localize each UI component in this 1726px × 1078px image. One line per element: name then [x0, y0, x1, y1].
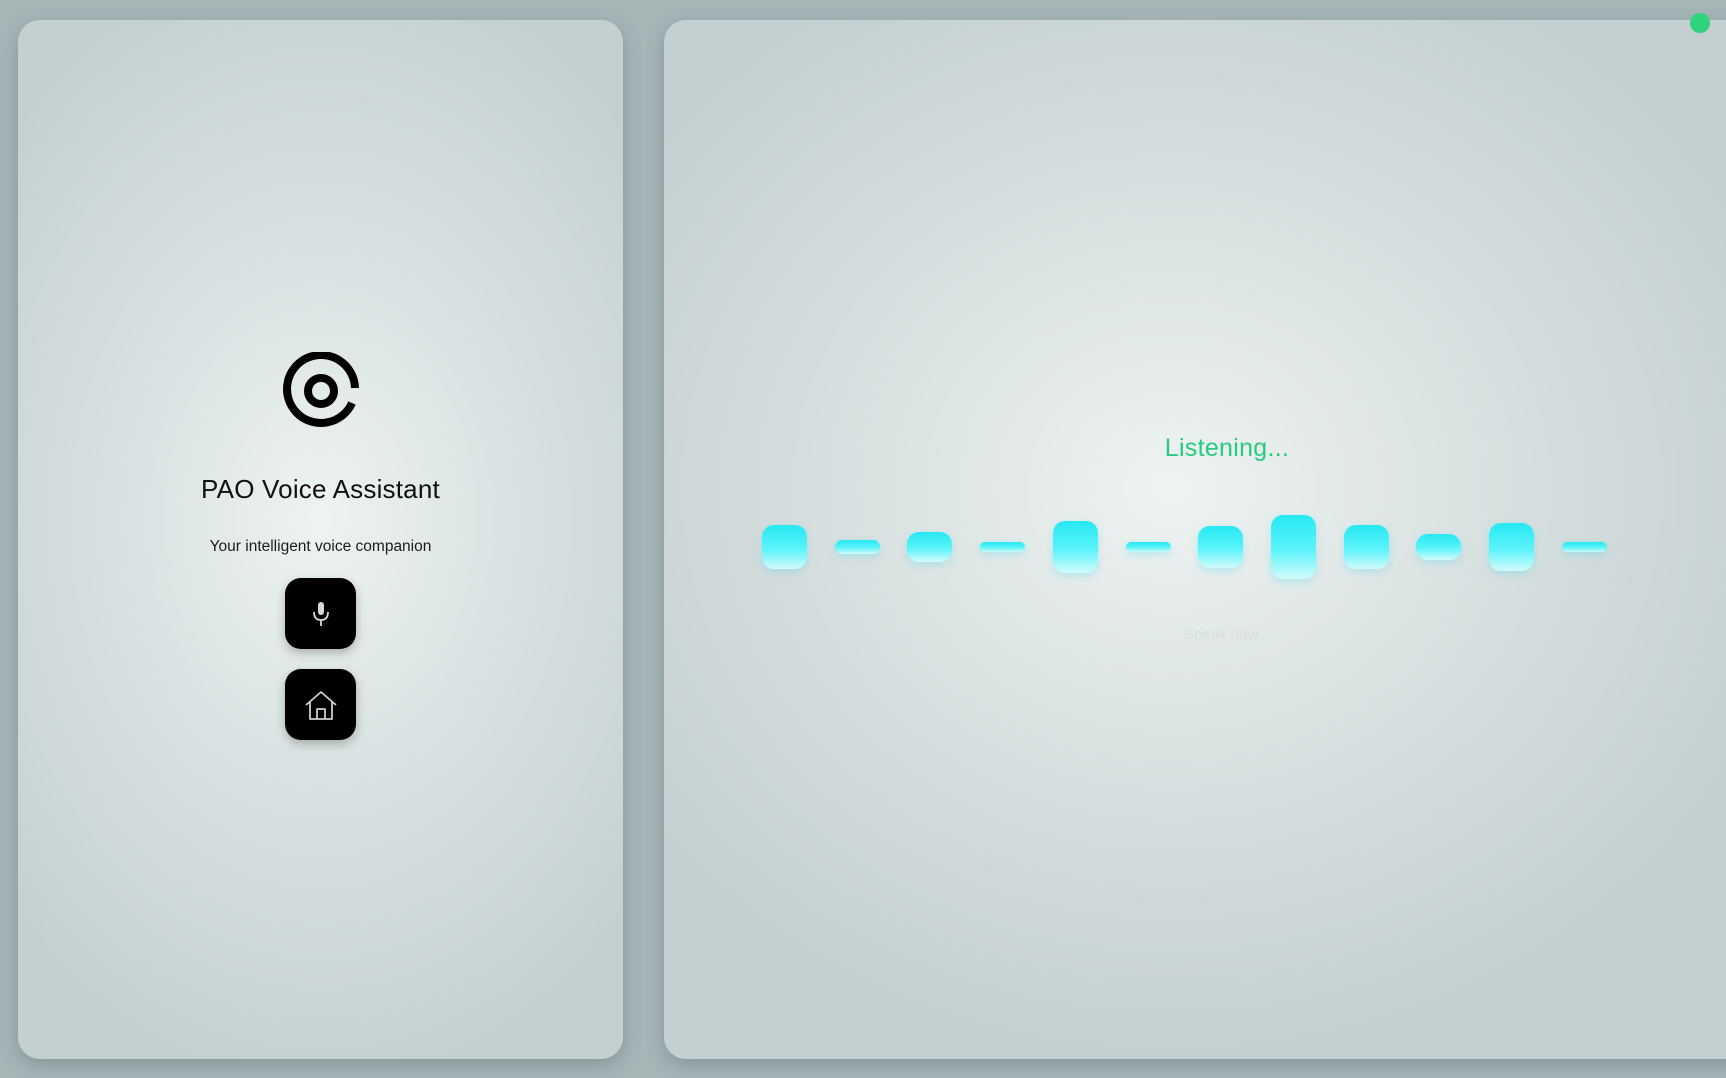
wave-bar	[1561, 542, 1607, 552]
wave-bar	[1198, 526, 1244, 568]
microphone-icon	[312, 601, 329, 626]
home-icon	[304, 690, 337, 720]
page-subtitle: Your intelligent voice companion	[209, 538, 432, 555]
home-button[interactable]	[285, 669, 356, 740]
assistant-panel: PAO Voice Assistant Your intelligent voi…	[18, 20, 623, 1059]
voice-waveform	[664, 20, 1726, 1059]
wave-bar	[1125, 542, 1171, 552]
at-sign-logo-icon	[283, 352, 359, 427]
wave-bar	[1416, 533, 1462, 561]
wave-bar	[1343, 524, 1389, 570]
wave-bar	[907, 531, 953, 563]
wave-bar	[980, 542, 1026, 552]
status-dot-icon	[1690, 13, 1710, 33]
page-title: PAO Voice Assistant	[201, 474, 440, 504]
listening-panel: Listening... Speak now...	[664, 20, 1726, 1059]
speak-hint: Speak now...	[1184, 626, 1270, 643]
wave-bar	[1270, 515, 1316, 579]
microphone-button[interactable]	[285, 578, 356, 649]
wave-bar	[834, 539, 880, 555]
wave-bar	[1489, 523, 1534, 571]
wave-bar	[1052, 521, 1098, 573]
wave-bar	[762, 524, 807, 570]
